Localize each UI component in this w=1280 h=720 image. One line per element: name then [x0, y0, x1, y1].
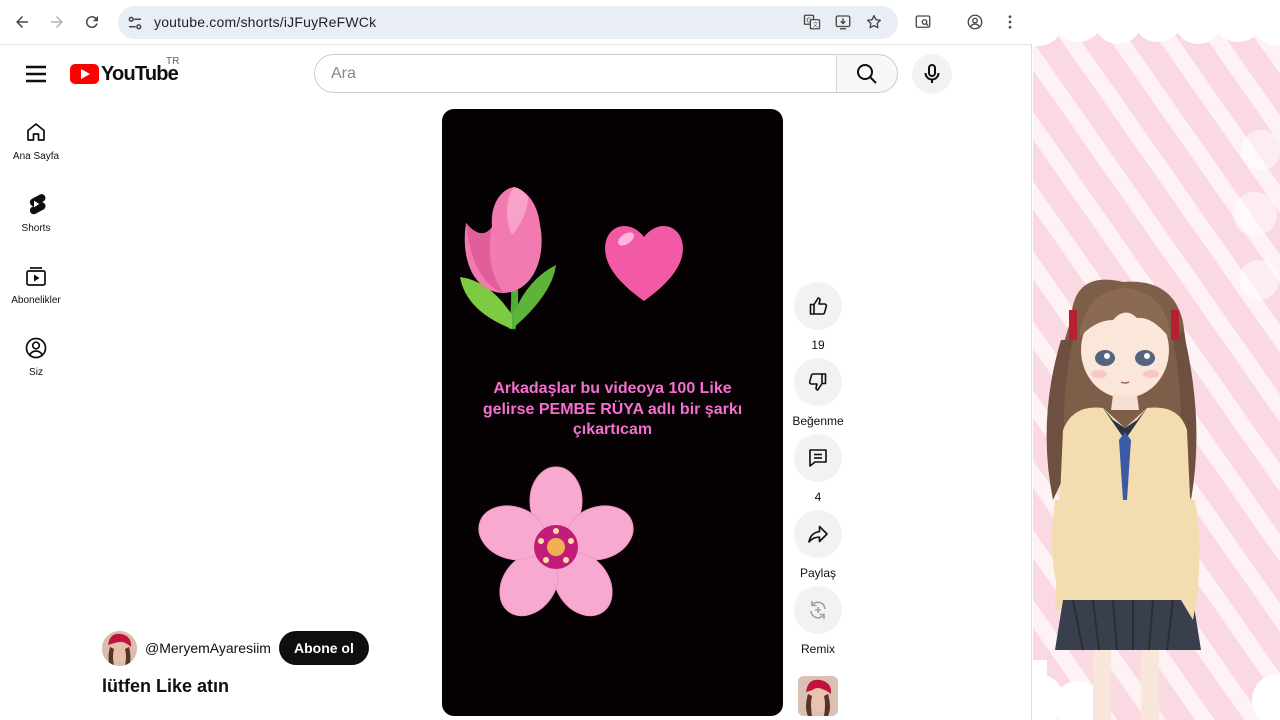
- subscriptions-icon: [26, 267, 46, 286]
- comment-action: 4: [794, 434, 842, 504]
- subscribe-button[interactable]: Abone ol: [278, 631, 369, 665]
- url-text[interactable]: youtube.com/shorts/iJFuyReFWCk: [154, 14, 376, 30]
- caption-line: gelirse PEMBE RÜYA adlı bir şarkı: [482, 400, 743, 418]
- browser-window: youtube.com/shorts/iJFuyReFWCk G文 YouTub…: [0, 0, 1032, 720]
- comments-button[interactable]: [794, 434, 842, 482]
- arrow-left-icon: [16, 16, 28, 28]
- remix-button[interactable]: [794, 586, 842, 634]
- hamburger-icon: [26, 65, 46, 83]
- remix-label: Remix: [800, 642, 835, 656]
- address-bar[interactable]: youtube.com/shorts/iJFuyReFWCk G文: [118, 6, 898, 39]
- thumbs-up-icon: [809, 297, 828, 315]
- bookmark-star-icon[interactable]: [865, 13, 885, 33]
- cherry-blossom-emoji-icon: [478, 466, 634, 617]
- dislike-button[interactable]: [794, 358, 842, 406]
- share-label: Paylaş: [799, 566, 837, 580]
- you-icon: [25, 337, 47, 359]
- home-icon: [27, 123, 45, 141]
- install-app-icon[interactable]: [834, 13, 854, 33]
- svg-text:文: 文: [812, 21, 818, 29]
- like-action: 19: [794, 282, 842, 352]
- guide-item-subscriptions[interactable]: Abonelikler: [4, 254, 68, 320]
- side-panel-search-icon: [915, 15, 931, 28]
- voice-search-button[interactable]: [912, 54, 952, 94]
- profile-button[interactable]: [961, 8, 989, 36]
- guide-menu-button[interactable]: [20, 58, 52, 90]
- share-button[interactable]: [794, 510, 842, 558]
- guide-item-you[interactable]: Siz: [4, 326, 68, 392]
- channel-handle[interactable]: @MeryemAyaresiim: [145, 640, 271, 656]
- tulip-emoji-icon: [460, 187, 556, 330]
- site-info-icon[interactable]: [126, 14, 144, 32]
- youtube-logo[interactable]: YouTube TR: [70, 56, 179, 86]
- thumbs-down-icon: [808, 373, 827, 391]
- shorts-icon: [29, 194, 46, 215]
- browser-menu-button[interactable]: [996, 8, 1024, 36]
- like-button[interactable]: [794, 282, 842, 330]
- guide-item-label: Abonelikler: [11, 295, 61, 306]
- remix-icon: [810, 601, 826, 619]
- share-action: Paylaş: [794, 510, 842, 580]
- shorts-video-player[interactable]: Arkadaşlar bu videoya 100 Like gelirse P…: [442, 109, 783, 716]
- search-button[interactable]: [836, 54, 898, 93]
- anime-character-overlay: [1033, 0, 1280, 720]
- side-panel-button[interactable]: [909, 8, 937, 36]
- forward-button[interactable]: [43, 8, 71, 36]
- guide-item-home[interactable]: Ana Sayfa: [4, 110, 68, 176]
- dislike-label: Beğenme: [792, 414, 844, 428]
- browser-toolbar: youtube.com/shorts/iJFuyReFWCk G文: [0, 0, 1032, 45]
- short-title[interactable]: lütfen Like atın: [102, 676, 229, 697]
- caption-line: çıkartıcam: [572, 421, 653, 438]
- youtube-play-icon: [70, 64, 99, 84]
- sound-channel-thumbnail[interactable]: [798, 676, 838, 716]
- comment-count: 4: [814, 490, 822, 504]
- reload-button[interactable]: [78, 8, 106, 36]
- like-count: 19: [811, 338, 825, 352]
- guide-item-shorts[interactable]: Shorts: [4, 182, 68, 248]
- avatar[interactable]: [102, 630, 137, 666]
- search-icon: [857, 63, 877, 84]
- caption-line: Arkadaşlar bu videoya 100 Like: [493, 380, 732, 397]
- dislike-action: Beğenme: [792, 358, 844, 428]
- comment-icon: [809, 449, 827, 467]
- channel-info: @MeryemAyaresiim Abone ol: [102, 630, 369, 666]
- reload-icon: [85, 16, 98, 29]
- microphone-icon: [924, 64, 940, 83]
- profile-icon: [967, 14, 983, 30]
- back-button[interactable]: [8, 8, 36, 36]
- country-code: TR: [166, 56, 180, 67]
- translate-icon[interactable]: G文: [803, 13, 823, 33]
- remix-action: Remix: [794, 586, 842, 656]
- guide-item-label: Shorts: [21, 223, 51, 234]
- search-input[interactable]: [331, 55, 811, 92]
- guide-item-label: Siz: [29, 367, 43, 378]
- heart-emoji-icon: [605, 225, 683, 301]
- youtube-masthead: YouTube TR: [0, 46, 1032, 100]
- search-box[interactable]: [314, 54, 837, 93]
- video-caption: Arkadaşlar bu videoya 100 Like gelirse P…: [442, 379, 783, 441]
- more-vert-icon: [1008, 15, 1012, 29]
- guide-item-label: Ana Sayfa: [12, 151, 60, 162]
- arrow-right-icon: [51, 16, 63, 28]
- share-arrow-icon: [808, 525, 828, 543]
